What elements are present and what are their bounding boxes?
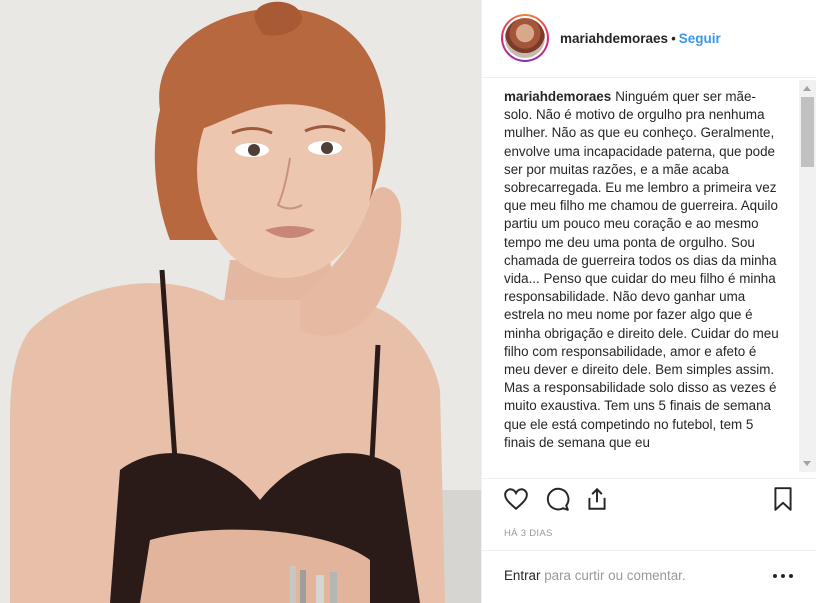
avatar[interactable] (501, 14, 549, 62)
scroll-down-arrow[interactable] (803, 461, 811, 466)
avatar-image (505, 18, 545, 58)
post-sidebar: mariahdemoraes • Seguir mariahdemoraes Ning… (481, 0, 816, 603)
comment-prompt: Entrar para curtir ou comentar. (504, 568, 686, 583)
share-icon[interactable] (584, 486, 610, 512)
header-line: mariahdemoraes • Seguir (560, 31, 721, 46)
more-options-icon[interactable] (771, 565, 795, 585)
scroll-up-arrow[interactable] (803, 86, 811, 91)
comment-icon[interactable] (544, 486, 570, 512)
bookmark-icon[interactable] (770, 486, 796, 512)
action-bar (482, 478, 816, 518)
heart-icon[interactable] (503, 486, 529, 512)
comment-bar: Entrar para curtir ou comentar. (482, 550, 816, 603)
caption-scrollbar[interactable] (799, 80, 816, 472)
post-photo (0, 0, 481, 603)
login-link[interactable]: Entrar (504, 568, 540, 583)
caption-text: Ninguém quer ser mãe-solo. Não é motivo … (504, 89, 779, 450)
header-username[interactable]: mariahdemoraes (560, 31, 668, 46)
post-header: mariahdemoraes • Seguir (482, 0, 816, 78)
comment-prompt-text: para curtir ou comentar. (540, 568, 686, 583)
post-timestamp[interactable]: HÁ 3 DIAS (504, 528, 553, 539)
caption: mariahdemoraes Ninguém quer ser mãe-solo.… (504, 88, 784, 472)
post-photo-illustration (0, 0, 481, 603)
follow-button[interactable]: Seguir (679, 31, 721, 46)
separator-dot: • (671, 31, 676, 46)
scroll-thumb[interactable] (801, 97, 814, 167)
caption-username[interactable]: mariahdemoraes (504, 89, 611, 104)
